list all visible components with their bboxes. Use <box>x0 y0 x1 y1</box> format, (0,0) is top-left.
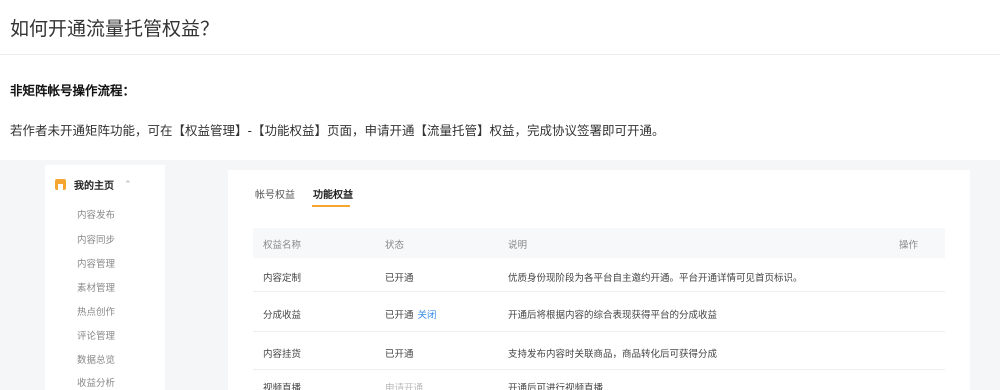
active-tab-underline <box>312 205 350 207</box>
sidebar-item-hot-creation[interactable]: 热点创作 <box>77 304 115 318</box>
apply-button[interactable]: 申请开通 <box>385 380 423 390</box>
sidebar-item-material-manage[interactable]: 素材管理 <box>77 280 115 294</box>
rights-name: 内容定制 <box>263 273 302 284</box>
sidebar: 我的主页 ⌃ 内容发布 内容同步 内容管理 素材管理 热点创作 评论管理 数据总… <box>45 165 165 390</box>
table-header: 权益名称 状态 说明 操作 <box>253 228 945 258</box>
rights-description: 开通后将根据内容的综合表现获得平台的分成收益 <box>508 310 718 321</box>
section-heading: 非矩阵帐号操作流程： <box>10 83 136 98</box>
sidebar-item-data-overview[interactable]: 数据总览 <box>77 352 115 366</box>
sidebar-item-comment-manage[interactable]: 评论管理 <box>77 328 115 342</box>
page-title: 如何开通流量托管权益？ <box>10 18 220 40</box>
tab-account-rights[interactable]: 帐号权益 <box>255 186 295 201</box>
home-icon <box>55 179 66 190</box>
rights-status: 已开通 <box>385 349 414 360</box>
sidebar-home[interactable]: 我的主页 ⌃ <box>55 177 132 192</box>
sidebar-item-revenue-analysis[interactable]: 收益分析 <box>77 375 115 389</box>
sidebar-item-content-sync[interactable]: 内容同步 <box>77 232 115 246</box>
sidebar-item-content-manage[interactable]: 内容管理 <box>77 256 115 270</box>
sidebar-item-content-publish[interactable]: 内容发布 <box>77 207 115 221</box>
table-row: 内容挂货 已开通 支持发布内容时关联商品，商品转化后可获得分成 <box>253 332 945 370</box>
rights-description: 开通后可进行视频直播 <box>508 383 604 390</box>
close-link[interactable]: 关闭 <box>418 310 437 321</box>
chevron-up-icon: ⌃ <box>124 179 132 190</box>
status-text: 已开通 <box>385 310 414 321</box>
rights-name: 内容挂货 <box>263 349 302 360</box>
rights-description: 支持发布内容时关联商品，商品转化后可获得分成 <box>508 349 718 360</box>
sidebar-home-label: 我的主页 <box>74 181 114 192</box>
column-header-name: 权益名称 <box>263 240 302 251</box>
intro-text: 若作者未开通矩阵功能，可在【权益管理】-【功能权益】页面，申请开通【流量托管】权… <box>10 123 665 138</box>
rights-description: 优质身份现阶段为各平台自主邀约开通。平台开通详情可见首页标识。 <box>508 273 803 284</box>
table-row: 视频直播 申请开通 开通后可进行视频直播 <box>253 370 945 390</box>
table-row: 内容定制 已开通 优质身份现阶段为各平台自主邀约开通。平台开通详情可见首页标识。 <box>253 258 945 292</box>
column-header-description: 说明 <box>508 240 528 251</box>
rights-status: 已开通 关闭 <box>385 307 437 321</box>
rights-name: 分成收益 <box>263 310 302 321</box>
column-header-status: 状态 <box>385 240 405 251</box>
table-row: 分成收益 已开通 关闭 开通后将根据内容的综合表现获得平台的分成收益 <box>253 292 945 332</box>
title-divider <box>0 54 1000 55</box>
rights-status: 已开通 <box>385 273 414 284</box>
rights-name: 视频直播 <box>263 383 302 390</box>
tab-function-rights[interactable]: 功能权益 <box>313 186 353 201</box>
column-header-action: 操作 <box>899 240 919 251</box>
rights-panel: 帐号权益 功能权益 权益名称 状态 说明 操作 内容定制 已开通 优质身份现阶段… <box>228 170 970 390</box>
